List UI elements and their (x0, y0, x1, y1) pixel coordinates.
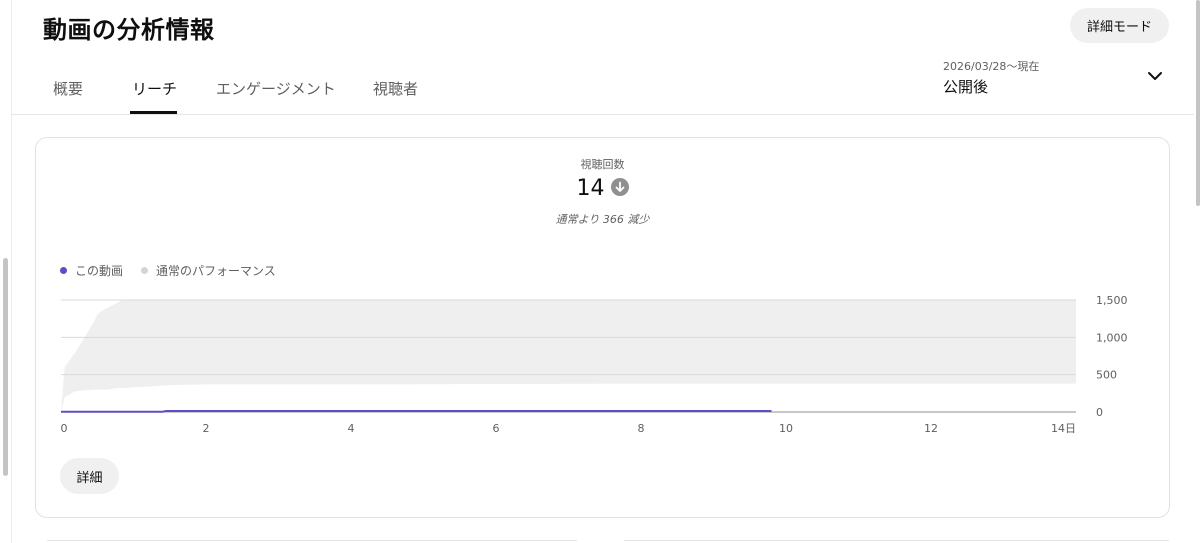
views-chart: 1,500 1,000 500 0 0 2 4 6 8 10 12 14日 (61, 294, 1128, 435)
views-card: 視聴回数 14 通常より 366 減少 この動画 通常のパフォーマンス 1,50… (35, 137, 1170, 518)
x-tick-label: 6 (493, 422, 500, 435)
x-tick-label: 2 (203, 422, 210, 435)
x-tick-label: 4 (348, 422, 355, 435)
tab-engagement[interactable]: エンゲージメント (216, 78, 336, 99)
tab-audience[interactable]: 視聴者 (373, 78, 418, 99)
tab-reach[interactable]: リーチ (132, 78, 177, 99)
right-scrollbar-thumb[interactable] (1196, 0, 1200, 206)
x-tick-label: 0 (61, 422, 68, 435)
x-tick-label: 12 (924, 422, 938, 435)
this-video-line (61, 410, 772, 413)
tab-overview[interactable]: 概要 (53, 78, 83, 99)
y-tick-label: 1,000 (1096, 331, 1128, 344)
detail-button[interactable]: 詳細 (60, 458, 119, 494)
date-range[interactable]: 2026/03/28〜現在 (943, 58, 1039, 74)
chevron-down-icon[interactable] (1145, 66, 1165, 86)
right-scrollbar[interactable] (1194, 0, 1200, 543)
left-scrollbar-thumb[interactable] (3, 258, 8, 476)
page-title: 動画の分析情報 (43, 16, 215, 44)
x-tick-label: 10 (779, 422, 793, 435)
y-tick-label: 1,500 (1096, 294, 1128, 307)
left-scrollbar[interactable] (0, 0, 12, 543)
x-tick-label: 14日 (1051, 422, 1076, 435)
y-tick-label: 500 (1096, 369, 1117, 382)
y-tick-label: 0 (1096, 406, 1103, 419)
header: 動画の分析情報 詳細モード 概要 リーチ エンゲージメント 視聴者 2026/0… (12, 0, 1194, 115)
typical-performance-band (61, 300, 1076, 412)
active-tab-indicator (130, 111, 177, 114)
detail-mode-button[interactable]: 詳細モード (1070, 8, 1169, 43)
x-tick-label: 8 (638, 422, 645, 435)
date-filter-label[interactable]: 公開後 (943, 76, 988, 97)
